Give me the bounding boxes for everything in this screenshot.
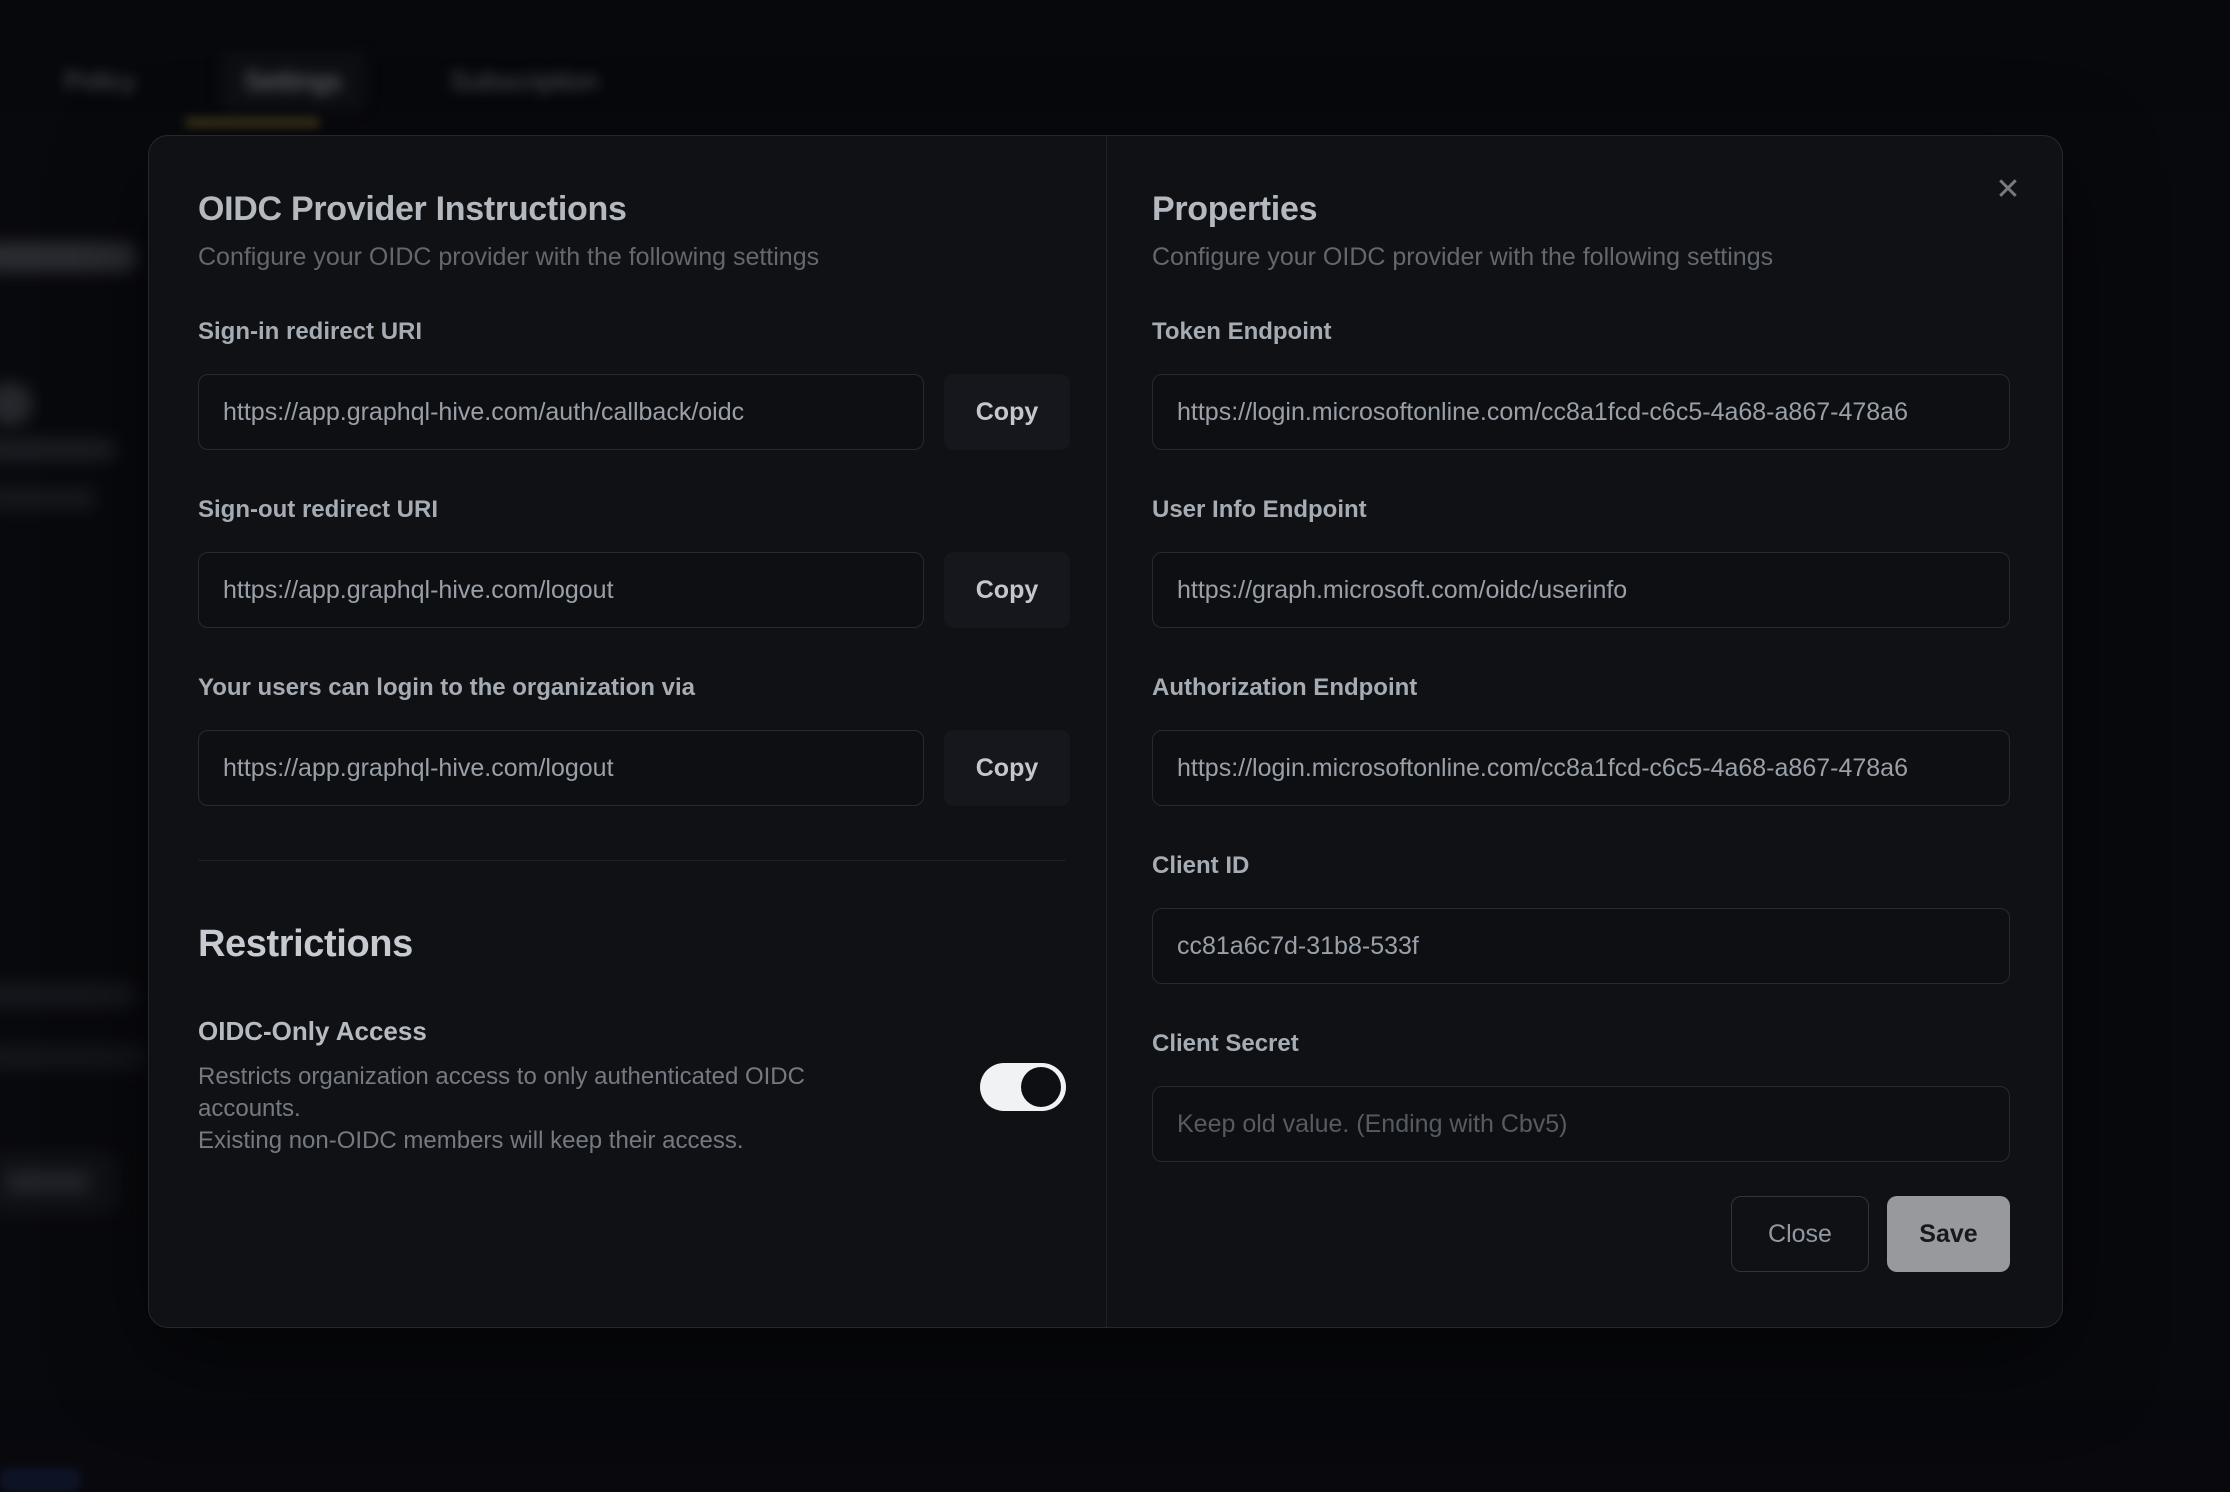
page: Policy Settings Subscription ✕ OIDC Prov… <box>0 0 2230 1492</box>
copy-login-via-button[interactable]: Copy <box>944 730 1070 806</box>
user-info-endpoint-input[interactable] <box>1152 552 2010 628</box>
oidc-only-access-row: OIDC-Only Access Restricts organization … <box>198 1016 1066 1157</box>
user-info-endpoint-field: User Info Endpoint <box>1152 496 2010 628</box>
client-secret-field: Client Secret <box>1152 1030 2010 1162</box>
sign-in-redirect-input[interactable] <box>198 374 924 450</box>
close-button[interactable]: Close <box>1731 1196 1869 1272</box>
instructions-subtitle: Configure your OIDC provider with the fo… <box>198 243 1070 272</box>
sign-out-redirect-label: Sign-out redirect URI <box>198 496 1070 524</box>
toggle-knob-icon <box>1021 1067 1061 1107</box>
client-secret-input[interactable] <box>1152 1086 2010 1162</box>
properties-panel: Properties Configure your OIDC provider … <box>1107 136 2062 1327</box>
authorization-endpoint-field: Authorization Endpoint <box>1152 674 2010 806</box>
login-via-field: Your users can login to the organization… <box>198 674 1070 806</box>
client-secret-label: Client Secret <box>1152 1030 2010 1058</box>
section-divider <box>198 860 1066 861</box>
properties-title: Properties <box>1152 190 2010 229</box>
save-button[interactable]: Save <box>1887 1196 2010 1272</box>
properties-subtitle: Configure your OIDC provider with the fo… <box>1152 243 2010 272</box>
login-via-label: Your users can login to the organization… <box>198 674 1070 702</box>
oidc-instructions-panel: OIDC Provider Instructions Configure you… <box>149 136 1106 1327</box>
oidc-only-access-label: OIDC-Only Access <box>198 1016 898 1047</box>
client-id-input[interactable] <box>1152 908 2010 984</box>
client-id-field: Client ID <box>1152 852 2010 984</box>
sign-out-redirect-field: Sign-out redirect URI Copy <box>198 496 1070 628</box>
dialog-footer: Close Save <box>1152 1196 2010 1272</box>
copy-sign-in-button[interactable]: Copy <box>944 374 1070 450</box>
token-endpoint-input[interactable] <box>1152 374 2010 450</box>
copy-sign-out-button[interactable]: Copy <box>944 552 1070 628</box>
close-icon[interactable]: ✕ <box>1986 168 2030 212</box>
login-via-input[interactable] <box>198 730 924 806</box>
restrictions-title: Restrictions <box>198 923 1070 966</box>
sign-in-redirect-field: Sign-in redirect URI Copy <box>198 318 1070 450</box>
token-endpoint-label: Token Endpoint <box>1152 318 2010 346</box>
authorization-endpoint-label: Authorization Endpoint <box>1152 674 2010 702</box>
sign-in-redirect-label: Sign-in redirect URI <box>198 318 1070 346</box>
token-endpoint-field: Token Endpoint <box>1152 318 2010 450</box>
client-id-label: Client ID <box>1152 852 2010 880</box>
oidc-only-access-description-line2: Existing non-OIDC members will keep thei… <box>198 1125 898 1157</box>
user-info-endpoint-label: User Info Endpoint <box>1152 496 2010 524</box>
instructions-title: OIDC Provider Instructions <box>198 190 1070 229</box>
sign-out-redirect-input[interactable] <box>198 552 924 628</box>
oidc-settings-dialog: ✕ OIDC Provider Instructions Configure y… <box>148 135 2063 1328</box>
oidc-only-access-description-line1: Restricts organization access to only au… <box>198 1061 898 1125</box>
oidc-only-access-toggle[interactable] <box>980 1063 1066 1111</box>
authorization-endpoint-input[interactable] <box>1152 730 2010 806</box>
